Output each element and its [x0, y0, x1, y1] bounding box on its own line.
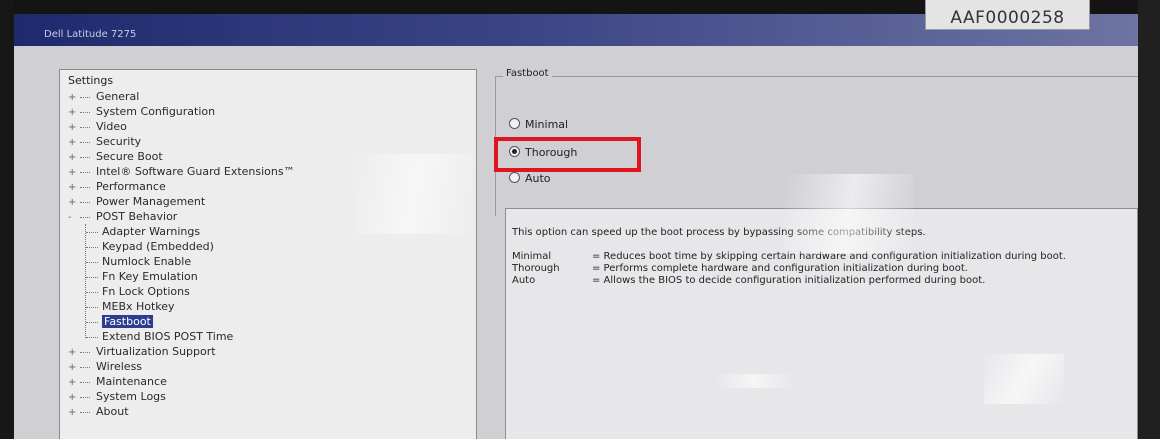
description-row-thorough: Thorough = Performs complete hardware and… — [512, 263, 968, 274]
tree-item-secure-boot[interactable]: + Secure Boot — [68, 150, 163, 165]
tree-item-maintenance[interactable]: + Maintenance — [68, 375, 167, 390]
radio-minimal[interactable]: Minimal — [509, 118, 568, 131]
tree-item-general[interactable]: + General — [68, 90, 139, 105]
selected-item-label: Fastboot — [102, 315, 153, 328]
description-panel: This option can speed up the boot proces… — [505, 208, 1138, 439]
tree-header: Settings — [68, 74, 114, 87]
expand-icon[interactable]: + — [68, 166, 80, 180]
monitor-bezel-right — [1138, 0, 1160, 439]
tree-item-virtualization-support[interactable]: + Virtualization Support — [68, 345, 216, 360]
tree-item-video[interactable]: + Video — [68, 120, 127, 135]
tree-item-fastboot[interactable]: Fastboot — [86, 315, 153, 329]
radio-unchecked-icon[interactable] — [509, 172, 520, 183]
description-row-minimal: Minimal = Reduces boot time by skipping c… — [512, 251, 1066, 262]
annotation-highlight-box — [494, 137, 641, 172]
expand-icon[interactable]: + — [68, 106, 80, 120]
tree-item-fn-lock-options[interactable]: Fn Lock Options — [86, 285, 190, 299]
tree-item-intel-sgx[interactable]: + Intel® Software Guard Extensions™ — [68, 165, 295, 180]
expand-icon[interactable]: + — [68, 91, 80, 105]
fastboot-group-legend: Fastboot — [503, 68, 552, 79]
tree-item-numlock-enable[interactable]: Numlock Enable — [86, 255, 191, 269]
tree-item-adapter-warnings[interactable]: Adapter Warnings — [86, 225, 200, 239]
tree-item-fn-key-emulation[interactable]: Fn Key Emulation — [86, 270, 198, 284]
collapse-icon[interactable]: - — [68, 211, 80, 225]
tree-item-security[interactable]: + Security — [68, 135, 141, 150]
monitor-bezel-left — [0, 0, 14, 439]
expand-icon[interactable]: + — [68, 406, 80, 420]
window-title: Dell Latitude 7275 — [44, 29, 137, 40]
radio-unchecked-icon[interactable] — [509, 118, 520, 129]
settings-detail-area: Fastboot Minimal Thorough Auto This opti… — [477, 46, 1138, 439]
description-row-auto: Auto = Allows the BIOS to decide configur… — [512, 275, 986, 286]
expand-icon[interactable]: + — [68, 151, 80, 165]
expand-icon[interactable]: + — [68, 391, 80, 405]
radio-auto[interactable]: Auto — [509, 172, 551, 185]
expand-icon[interactable]: + — [68, 376, 80, 390]
expand-icon[interactable]: + — [68, 181, 80, 195]
tree-item-post-behavior[interactable]: - POST Behavior — [68, 210, 177, 225]
bios-screen: Dell Latitude 7275 Settings + General + Sy… — [14, 14, 1138, 439]
asset-tag-sticker: AAF0000258 — [925, 0, 1090, 30]
expand-icon[interactable]: + — [68, 196, 80, 210]
tree-item-performance[interactable]: + Performance — [68, 180, 166, 195]
tree-item-keypad-embedded[interactable]: Keypad (Embedded) — [86, 240, 214, 254]
tree-item-system-configuration[interactable]: + System Configuration — [68, 105, 215, 120]
description-intro: This option can speed up the boot proces… — [512, 227, 926, 238]
tree-item-about[interactable]: + About — [68, 405, 129, 420]
tree-item-system-logs[interactable]: + System Logs — [68, 390, 166, 405]
tree-item-wireless[interactable]: + Wireless — [68, 360, 142, 375]
expand-icon[interactable]: + — [68, 136, 80, 150]
expand-icon[interactable]: + — [68, 361, 80, 375]
expand-icon[interactable]: + — [68, 346, 80, 360]
tree-item-mebx-hotkey[interactable]: MEBx Hotkey — [86, 300, 175, 314]
tree-item-extend-bios-post-time[interactable]: Extend BIOS POST Time — [86, 330, 233, 344]
tree-item-power-management[interactable]: + Power Management — [68, 195, 205, 210]
settings-tree: Settings + General + System Configuration … — [59, 69, 477, 439]
expand-icon[interactable]: + — [68, 121, 80, 135]
